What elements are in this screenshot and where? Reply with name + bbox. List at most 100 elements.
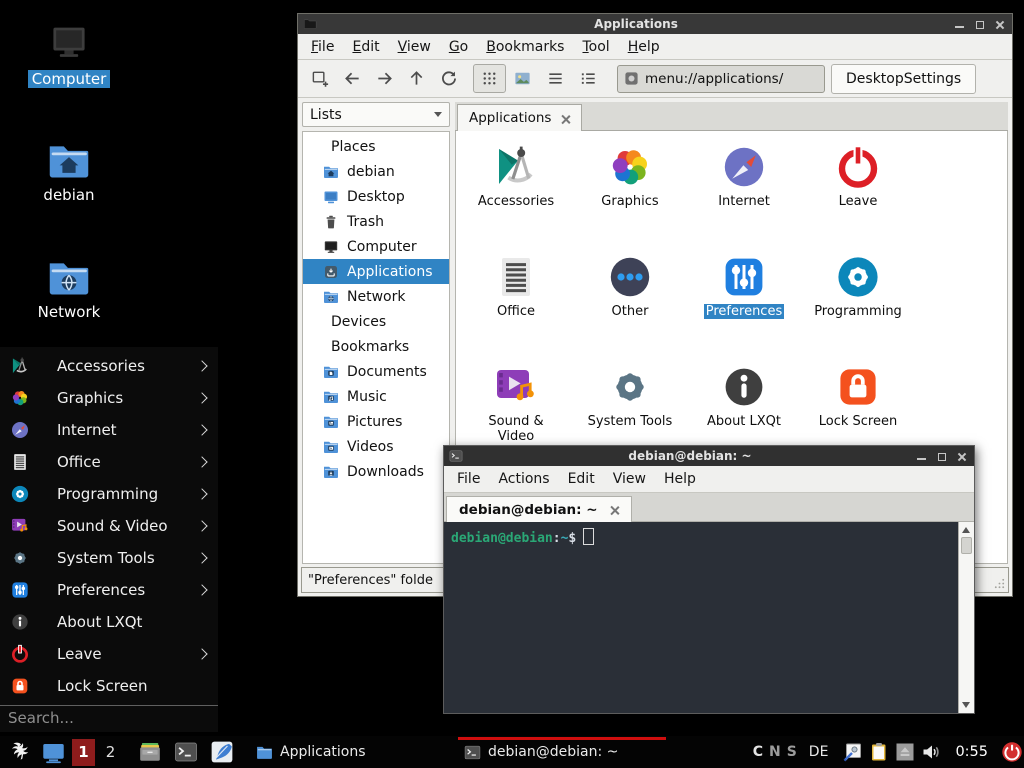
scroll-up-icon[interactable]: [962, 527, 970, 533]
viewbtn-icon-view[interactable]: [473, 64, 506, 93]
terminal-menu-view[interactable]: View: [604, 469, 655, 489]
menu-item-leave[interactable]: Leave: [0, 638, 218, 670]
task-button-debian-debian[interactable]: debian@debian: ~: [458, 736, 666, 768]
fm-menu-file[interactable]: File: [302, 37, 343, 57]
quicklaunch-featherpad[interactable]: [210, 740, 234, 764]
address-bar[interactable]: menu://applications/: [617, 65, 825, 93]
toolbar-forward[interactable]: [372, 67, 396, 91]
app-category-leave[interactable]: Leave: [801, 141, 915, 251]
fm-tab-applications[interactable]: Applications: [457, 104, 582, 131]
desktop-settings-button[interactable]: DesktopSettings: [831, 64, 976, 94]
menu-item-internet[interactable]: Internet: [0, 414, 218, 446]
desktop-icon-debian[interactable]: debian: [17, 139, 121, 204]
tray-volume[interactable]: [920, 741, 942, 763]
sidebar-item-debian[interactable]: debian: [303, 159, 449, 184]
viewbtn-detailed-view[interactable]: [572, 64, 605, 93]
terminal-scrollbar[interactable]: [958, 522, 974, 713]
viewbtn-compact-view[interactable]: [539, 64, 572, 93]
menu-item-about-lxqt[interactable]: About LXQt: [0, 606, 218, 638]
s[interactable]: S: [787, 744, 797, 760]
menu-item-accessories[interactable]: Accessories: [0, 350, 218, 382]
fm-menu-help[interactable]: Help: [619, 37, 669, 57]
tab-close-icon[interactable]: [561, 114, 570, 123]
toolbar-up[interactable]: [404, 67, 428, 91]
sidebar-item-trash[interactable]: Trash: [303, 209, 449, 234]
show-desktop-button[interactable]: [41, 740, 66, 765]
close-icon[interactable]: [957, 452, 966, 461]
main-menu-button[interactable]: [8, 740, 33, 765]
menu-item-office[interactable]: Office: [0, 446, 218, 478]
menu-item-lock-screen[interactable]: Lock Screen: [0, 670, 218, 702]
toolbar-back[interactable]: [340, 67, 364, 91]
toolbar-new-tab[interactable]: [308, 67, 332, 91]
fm-menu-go[interactable]: Go: [440, 37, 477, 57]
menu-item-sound-video[interactable]: Sound & Video: [0, 510, 218, 542]
sidebar-item-music[interactable]: Music: [303, 384, 449, 409]
minimize-icon[interactable]: [955, 20, 964, 29]
terminal-menu-help[interactable]: Help: [655, 469, 705, 489]
fm-titlebar[interactable]: Applications: [298, 14, 1012, 34]
app-category-graphics[interactable]: Graphics: [573, 141, 687, 251]
fm-menu-view[interactable]: View: [389, 37, 440, 57]
scroll-down-icon[interactable]: [962, 702, 970, 708]
fm-menu-bookmarks[interactable]: Bookmarks: [477, 37, 573, 57]
app-category-other[interactable]: Other: [573, 251, 687, 361]
power-button[interactable]: [1001, 741, 1023, 763]
menu-item-graphics[interactable]: Graphics: [0, 382, 218, 414]
terminal-menu-actions[interactable]: Actions: [489, 469, 558, 489]
sidebar-item-videos[interactable]: Videos: [303, 434, 449, 459]
quicklaunch-terminal-small[interactable]: [174, 740, 198, 764]
close-icon[interactable]: [995, 20, 1004, 29]
tray-clipboard[interactable]: [868, 741, 890, 763]
app-category-internet[interactable]: Internet: [687, 141, 801, 251]
tray-screenshot[interactable]: [842, 741, 864, 763]
tab-close-icon[interactable]: [610, 505, 619, 514]
fm-menu-tool[interactable]: Tool: [573, 37, 618, 57]
app-category-preferences[interactable]: Preferences: [687, 251, 801, 361]
maximize-icon[interactable]: [975, 20, 984, 29]
clock[interactable]: 0:55: [955, 744, 988, 760]
menu-item-system-tools[interactable]: System Tools: [0, 542, 218, 574]
menu-search-input[interactable]: Search...: [0, 706, 218, 730]
viewbtn-thumbnail-view[interactable]: [506, 64, 539, 93]
workspace-1[interactable]: 1: [72, 739, 95, 766]
app-category-accessories[interactable]: Accessories: [459, 141, 573, 251]
icon-view-icon: [478, 67, 502, 91]
terminal-menu-edit[interactable]: Edit: [559, 469, 604, 489]
desktop-icon-computer[interactable]: Computer: [17, 23, 121, 88]
toolbar-reload[interactable]: [436, 67, 460, 91]
task-button-applications[interactable]: Applications: [250, 736, 458, 768]
sidebar-item-pictures[interactable]: Pictures: [303, 409, 449, 434]
n[interactable]: N: [769, 744, 781, 760]
sidebar-mode-select[interactable]: Lists: [302, 102, 450, 127]
app-category-office[interactable]: Office: [459, 251, 573, 361]
c[interactable]: C: [753, 744, 763, 760]
submenu-arrow-icon: [196, 552, 207, 563]
minimize-icon[interactable]: [917, 452, 926, 461]
terminal-content[interactable]: debian@debian:~$: [444, 522, 974, 713]
terminal-tab[interactable]: debian@debian: ~: [446, 496, 632, 522]
cat-internet-icon: [10, 420, 30, 440]
workspace-2[interactable]: 2: [99, 739, 122, 766]
tray-eject[interactable]: [894, 741, 916, 763]
menu-item-label: System Tools: [57, 549, 155, 567]
fm-menu-edit[interactable]: Edit: [343, 37, 388, 57]
terminal-menu-file[interactable]: File: [448, 469, 489, 489]
desktop-icon-network[interactable]: Network: [17, 256, 121, 321]
sidebar-item-documents[interactable]: Documents: [303, 359, 449, 384]
app-category-programming[interactable]: Programming: [801, 251, 915, 361]
keyboard-layout[interactable]: DE: [809, 744, 829, 760]
sidebar-item-applications[interactable]: Applications: [303, 259, 449, 284]
quicklaunch-file-cabinet[interactable]: [138, 740, 162, 764]
sidebar-item-computer[interactable]: Computer: [303, 234, 449, 259]
sidebar-item-network[interactable]: Network: [303, 284, 449, 309]
terminal-titlebar[interactable]: debian@debian: ~: [444, 446, 974, 466]
menu-item-preferences[interactable]: Preferences: [0, 574, 218, 606]
sidebar-item-downloads[interactable]: Downloads: [303, 459, 449, 484]
maximize-icon[interactable]: [937, 452, 946, 461]
menu-item-label: Office: [57, 453, 101, 471]
sidebar-item-desktop[interactable]: Desktop: [303, 184, 449, 209]
menu-item-programming[interactable]: Programming: [0, 478, 218, 510]
resize-grip-icon[interactable]: [993, 577, 1006, 590]
scrollbar-handle[interactable]: [961, 537, 972, 554]
